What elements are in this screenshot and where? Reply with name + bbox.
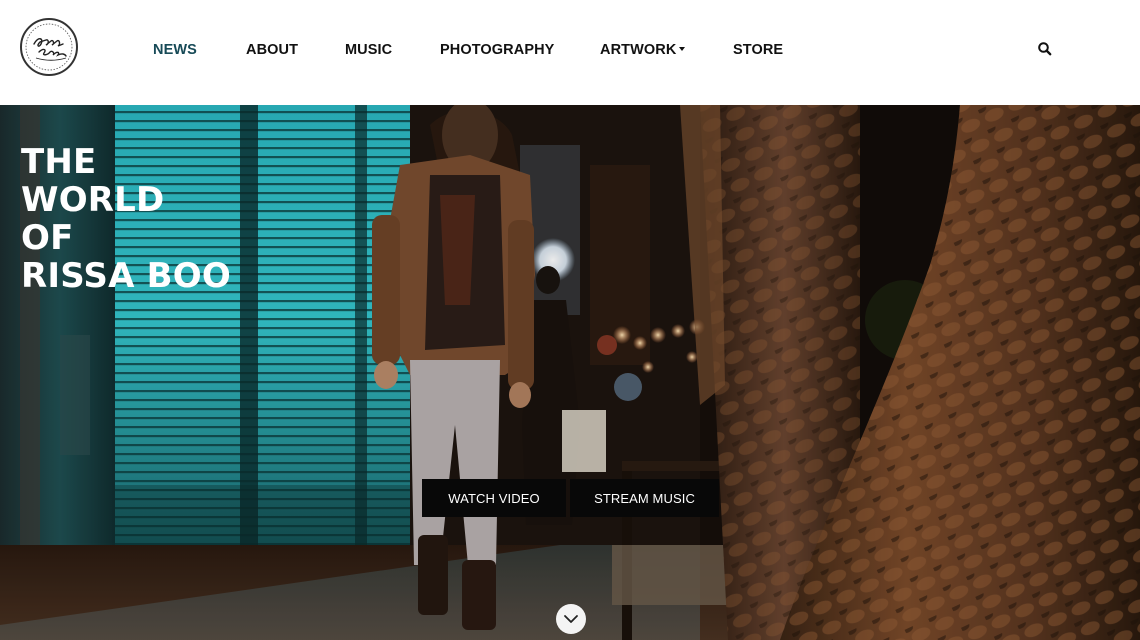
hero-title-line: THE: [21, 142, 97, 182]
hero-title-line: WORLD: [21, 180, 165, 220]
nav-item-artwork-label: ARTWORK: [600, 42, 677, 58]
hero-title-line: RISSA BOO: [21, 256, 231, 296]
nav-item-about[interactable]: ABOUT: [246, 42, 298, 62]
nav-item-news[interactable]: NEWS: [153, 42, 197, 62]
nav-item-store[interactable]: STORE: [733, 42, 783, 62]
nav-item-music[interactable]: MUSIC: [345, 42, 392, 62]
site-logo[interactable]: [20, 18, 78, 76]
site-header: NEWS ABOUT MUSIC PHOTOGRAPHY ARTWORK STO…: [0, 0, 1140, 105]
chevron-down-icon: [564, 615, 578, 623]
hero-title: THE WORLD OF RISSA BOO: [21, 143, 321, 295]
watch-video-button[interactable]: WATCH VIDEO: [422, 479, 566, 517]
search-icon[interactable]: [1037, 41, 1053, 57]
hero-section: THE WORLD OF RISSA BOO WATCH VIDEO STREA…: [0, 105, 1140, 640]
nav-item-photography[interactable]: PHOTOGRAPHY: [440, 42, 554, 62]
stream-music-button[interactable]: STREAM MUSIC: [570, 479, 719, 517]
caret-down-icon: [679, 47, 686, 52]
logo-signature-icon: [25, 23, 73, 71]
nav-item-artwork[interactable]: ARTWORK: [600, 42, 686, 62]
hero-title-line: OF: [21, 218, 74, 258]
scroll-down-button[interactable]: [556, 604, 586, 634]
